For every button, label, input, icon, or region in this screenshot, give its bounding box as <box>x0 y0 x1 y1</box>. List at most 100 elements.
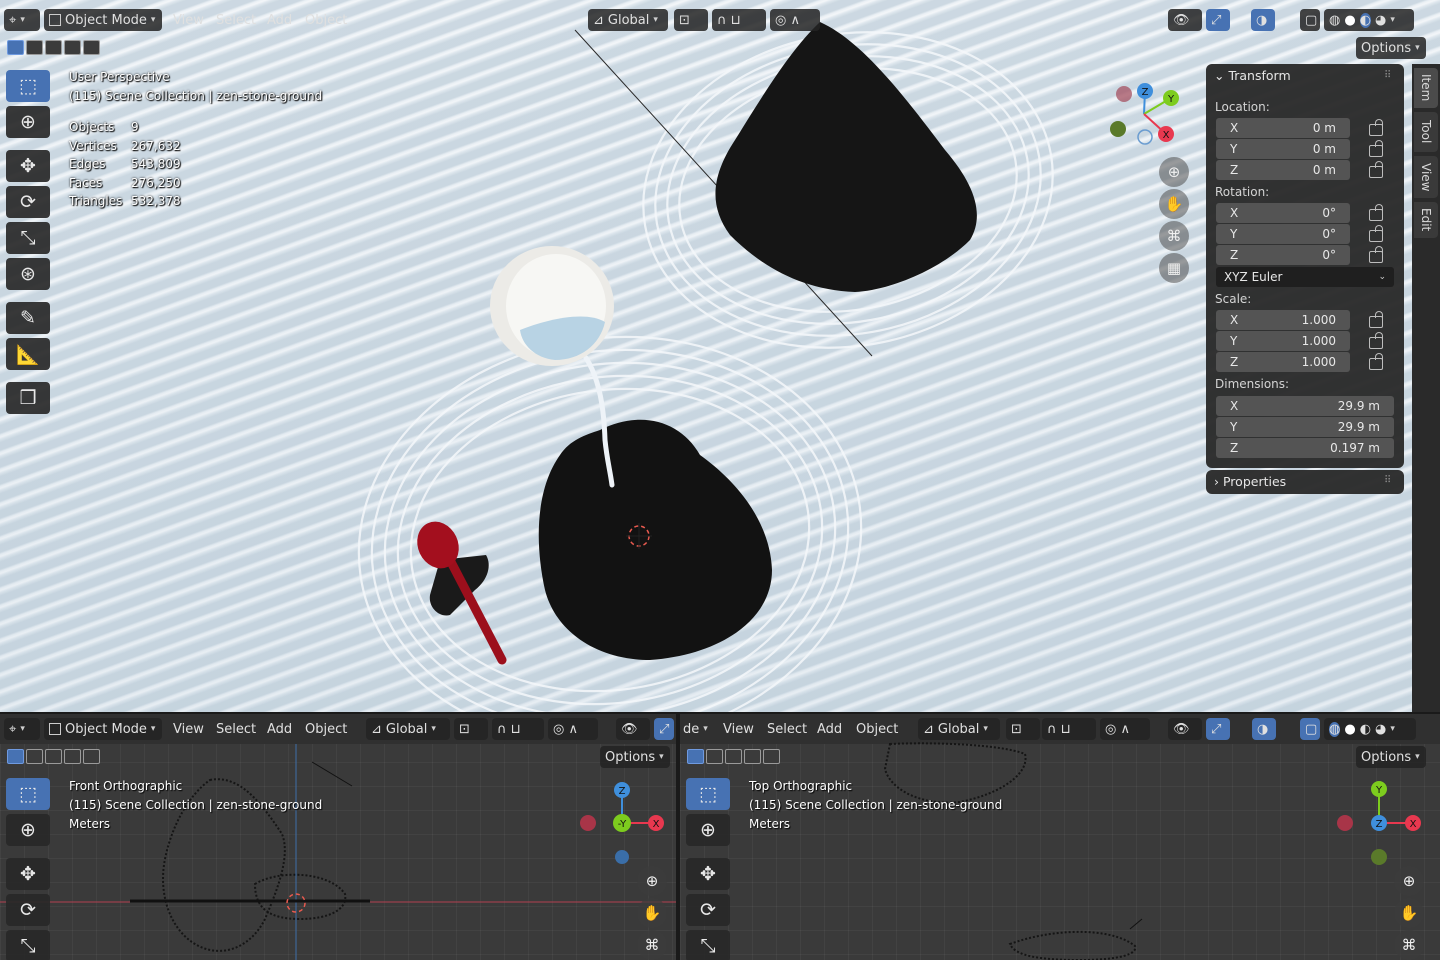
wireframe-shading-icon[interactable]: ◍ <box>1329 13 1340 28</box>
camera-view-button[interactable]: ⌘ <box>637 930 667 960</box>
options-dropdown[interactable]: Options ▾ <box>1356 746 1426 768</box>
location-y-field[interactable]: Y0 m <box>1216 139 1350 159</box>
menu-add[interactable]: Add <box>262 718 297 740</box>
lock-icon[interactable] <box>1369 161 1383 178</box>
navigation-gizmo[interactable]: Z Y X <box>1104 78 1184 150</box>
properties-header[interactable]: › Properties <box>1214 474 1286 489</box>
tab-tool[interactable]: Tool <box>1414 112 1438 152</box>
editor-type-button[interactable]: ⌖ ▾ <box>4 9 40 31</box>
front-ortho-viewport[interactable]: ⌖ ▾ Object Mode ▾ View Select Add Object ⊿… <box>0 714 676 960</box>
zoom-button[interactable]: ⊕ <box>1394 866 1424 896</box>
transform-tool[interactable]: ⊛ <box>6 258 50 290</box>
visibility-button[interactable]: 👁 <box>616 718 650 740</box>
editor-type-button[interactable]: ⌖ ▾ <box>4 718 40 740</box>
menu-add[interactable]: Add <box>812 718 847 740</box>
pan-button[interactable]: ✋ <box>637 898 667 928</box>
move-tool[interactable]: ✥ <box>686 858 730 890</box>
menu-view[interactable]: View <box>718 718 759 740</box>
select-box-tool[interactable]: ⬚ <box>686 778 730 810</box>
orientation-dropdown[interactable]: ⊿ Global ▾ <box>918 718 1000 740</box>
location-z-field[interactable]: Z0 m <box>1216 160 1350 180</box>
pan-button[interactable]: ✋ <box>1394 898 1424 928</box>
xray-button[interactable]: ▢ <box>1300 718 1320 740</box>
object-mode-dropdown[interactable]: Object Mode ▾ <box>44 9 162 31</box>
gizmo-neg-y[interactable] <box>1371 849 1387 865</box>
rendered-shading-icon[interactable]: ◕ <box>1375 722 1386 737</box>
proportional-edit-button[interactable]: ◎ ∧ <box>548 718 598 740</box>
gizmo-neg-x[interactable] <box>580 815 596 831</box>
lock-icon[interactable] <box>1369 311 1383 328</box>
object-mode-dropdown[interactable]: Object Mode ▾ <box>44 718 162 740</box>
solid-shading-icon[interactable]: ● <box>1344 722 1355 737</box>
select-intersect-icon[interactable] <box>64 749 81 764</box>
top-ortho-viewport[interactable]: de ▾ View Select Add Object ⊿ Global ▾ ⊡ ∩ … <box>680 714 1440 960</box>
dimensions-y-field[interactable]: Y 29.9 m <box>1216 417 1394 437</box>
cursor-tool[interactable]: ⊕ <box>6 106 50 138</box>
visibility-button[interactable]: 👁 <box>1168 9 1202 31</box>
drag-handle-icon[interactable]: ⠿ <box>1384 475 1391 486</box>
gizmo-toggle-button[interactable]: ⤢ <box>1206 9 1230 31</box>
scale-tool[interactable]: ⤡ <box>6 930 50 960</box>
menu-view[interactable]: View <box>168 9 209 31</box>
tab-view[interactable]: View <box>1414 156 1438 198</box>
select-intersect-icon[interactable] <box>64 40 81 55</box>
add-cube-tool[interactable]: ❒ <box>6 382 50 414</box>
select-intersect-icon[interactable] <box>744 749 761 764</box>
select-box-tool[interactable]: ⬚ <box>6 70 50 102</box>
rotate-tool[interactable]: ⟳ <box>6 186 50 218</box>
material-shading-icon[interactable]: ◐ <box>1359 12 1372 28</box>
selection-mode-buttons[interactable] <box>7 40 100 55</box>
drag-handle-icon[interactable]: ⠿ <box>1384 70 1391 81</box>
menu-object[interactable]: Object <box>851 718 903 740</box>
proportional-edit-button[interactable]: ◎ ∧ <box>770 9 820 31</box>
camera-view-button[interactable]: ⌘ <box>1394 930 1424 960</box>
shading-buttons[interactable]: ◍ ● ◐ ◕ ▾ <box>1324 718 1416 740</box>
scale-tool[interactable]: ⤡ <box>6 222 50 254</box>
move-tool[interactable]: ✥ <box>6 858 50 890</box>
xray-button[interactable]: ▢ <box>1300 9 1320 31</box>
pivot-point-button[interactable]: ⊡ <box>1006 718 1040 740</box>
gizmo-neg-y[interactable] <box>1110 121 1126 137</box>
snap-button[interactable]: ∩ ⊔ <box>712 9 766 31</box>
selection-mode-buttons[interactable] <box>687 749 780 764</box>
rotation-y-field[interactable]: Y 0° <box>1216 224 1350 244</box>
select-invert-icon[interactable] <box>763 749 780 764</box>
tab-item[interactable]: Item <box>1414 68 1438 108</box>
select-box-tool[interactable]: ⬚ <box>6 778 50 810</box>
location-x-field[interactable]: X0 m <box>1216 118 1350 138</box>
menu-view[interactable]: View <box>168 718 209 740</box>
select-new-icon[interactable] <box>7 749 24 764</box>
options-dropdown[interactable]: Options ▾ <box>1356 37 1426 59</box>
selection-mode-buttons[interactable] <box>7 749 100 764</box>
annotate-tool[interactable]: ✎ <box>6 302 50 334</box>
options-dropdown[interactable]: Options ▾ <box>600 746 670 768</box>
menu-select[interactable]: Select <box>211 718 261 740</box>
measure-tool[interactable]: 📐 <box>6 338 50 370</box>
menu-object[interactable]: Object <box>300 9 352 31</box>
lock-icon[interactable] <box>1369 246 1383 263</box>
scale-x-field[interactable]: X 1.000 <box>1216 310 1350 330</box>
lock-icon[interactable] <box>1369 119 1383 136</box>
shading-buttons[interactable]: ◍ ● ◐ ◕ ▾ <box>1324 9 1414 31</box>
rotation-z-field[interactable]: Z 0° <box>1216 245 1350 265</box>
gizmo-neg-z[interactable] <box>615 850 629 864</box>
transform-header[interactable]: ⌄ Transform <box>1214 68 1291 83</box>
navigation-gizmo[interactable]: Y X Z <box>1332 778 1424 868</box>
overlay-toggle-button[interactable]: ◑ <box>1251 9 1275 31</box>
zoom-button[interactable]: ⊕ <box>1159 157 1189 187</box>
cursor-tool[interactable]: ⊕ <box>686 814 730 846</box>
cursor-tool[interactable]: ⊕ <box>6 814 50 846</box>
camera-view-button[interactable]: ⌘ <box>1159 221 1189 251</box>
select-subtract-icon[interactable] <box>45 40 62 55</box>
lock-icon[interactable] <box>1369 140 1383 157</box>
pan-button[interactable]: ✋ <box>1159 189 1189 219</box>
menu-select[interactable]: Select <box>211 9 261 31</box>
solid-shading-icon[interactable]: ● <box>1344 13 1355 28</box>
select-extend-icon[interactable] <box>26 749 43 764</box>
scale-tool[interactable]: ⤡ <box>686 930 730 960</box>
rendered-shading-icon[interactable]: ◕ <box>1375 13 1386 28</box>
tab-edit[interactable]: Edit <box>1414 202 1438 238</box>
select-invert-icon[interactable] <box>83 749 100 764</box>
rotation-mode-dropdown[interactable]: XYZ Euler ⌄ <box>1216 267 1394 287</box>
lock-icon[interactable] <box>1369 225 1383 242</box>
